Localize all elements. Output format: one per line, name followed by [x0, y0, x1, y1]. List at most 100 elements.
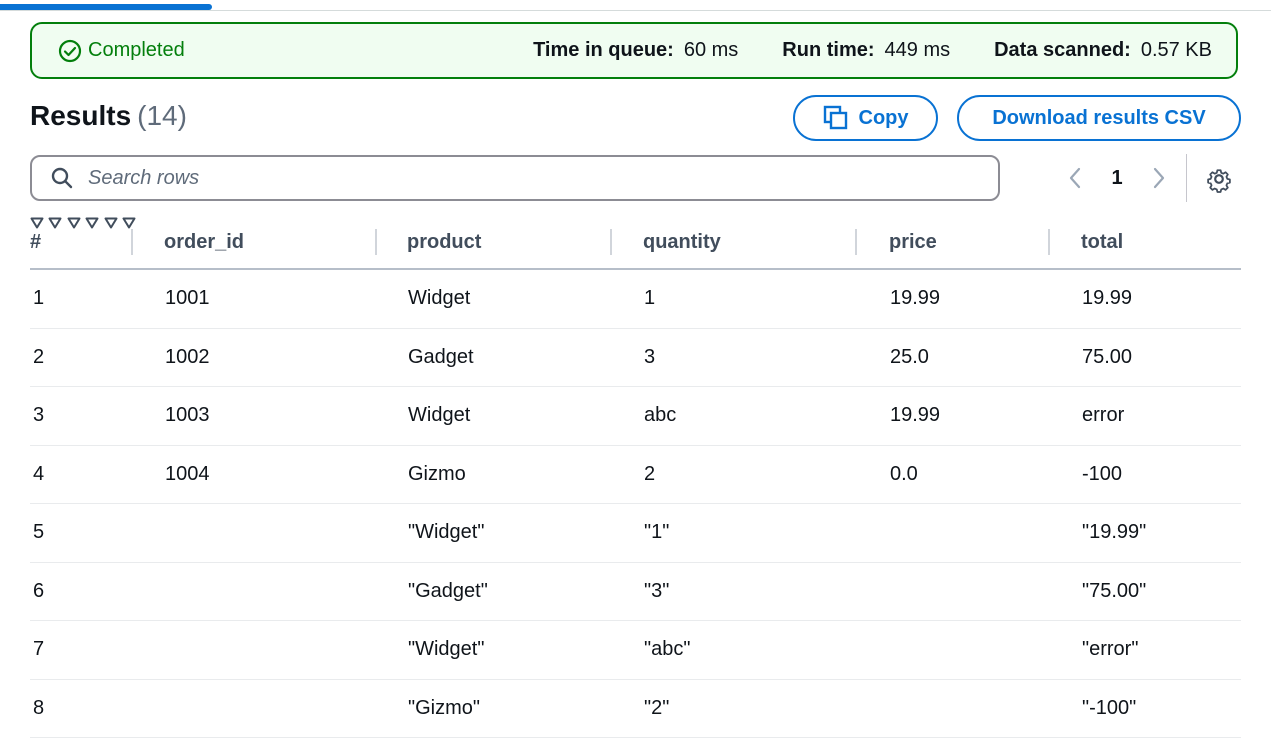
- caret-down-icon[interactable]: [122, 217, 136, 229]
- column-header-label: order_id: [164, 231, 244, 254]
- cell-order-id: 1004: [165, 446, 210, 504]
- search-field[interactable]: [30, 155, 1000, 201]
- results-title: Results: [30, 100, 131, 131]
- cell-product: "Gadget": [408, 563, 488, 621]
- cell-index: 1: [33, 270, 44, 328]
- chevron-left-icon: [1068, 167, 1082, 189]
- cell-price: 19.99: [890, 387, 940, 445]
- caret-down-icon[interactable]: [104, 217, 118, 229]
- cell-order-id: 1002: [165, 329, 210, 387]
- metric-label: Run time:: [782, 39, 874, 61]
- cell-product: Gizmo: [408, 446, 466, 504]
- metric-value: 60 ms: [684, 39, 738, 61]
- column-header-label: #: [30, 231, 41, 254]
- cell-total: "19.99": [1082, 504, 1146, 562]
- cell-order-id: 1001: [165, 270, 210, 328]
- query-metrics: Time in queue: 60 ms Run time: 449 ms Data…: [489, 39, 1212, 62]
- column-header-price[interactable]: price: [889, 216, 937, 268]
- cell-index: 8: [33, 680, 44, 738]
- status-indicator: Completed: [58, 39, 185, 63]
- cell-product: Widget: [408, 270, 470, 328]
- cell-order-id: 1003: [165, 387, 210, 445]
- caret-down-icon[interactable]: [48, 217, 62, 229]
- copy-icon: [823, 105, 849, 131]
- column-header-label: total: [1081, 231, 1123, 254]
- metric-run-time: Run time: 449 ms: [782, 39, 950, 62]
- column-header-quantity[interactable]: quantity: [643, 216, 721, 268]
- status-label: Completed: [88, 39, 185, 62]
- column-resizer[interactable]: [1048, 229, 1050, 255]
- column-resizer[interactable]: [855, 229, 857, 255]
- cell-price: 19.99: [890, 270, 940, 328]
- column-resizer[interactable]: [610, 229, 612, 255]
- next-page-button[interactable]: [1144, 167, 1174, 189]
- cell-quantity: "abc": [644, 621, 690, 679]
- caret-down-icon[interactable]: [67, 217, 81, 229]
- column-header-total[interactable]: total: [1081, 216, 1123, 268]
- table-row: 1 1001 Widget 1 19.99 19.99: [30, 270, 1241, 329]
- gear-icon: [1205, 165, 1233, 193]
- prev-page-button[interactable]: [1060, 167, 1090, 189]
- cell-index: 3: [33, 387, 44, 445]
- column-resizer[interactable]: [375, 229, 377, 255]
- column-header-label: price: [889, 231, 937, 254]
- column-header-label: quantity: [643, 231, 721, 254]
- column-header-index[interactable]: #: [30, 216, 41, 268]
- caret-down-icon[interactable]: [85, 217, 99, 229]
- metric-data-scanned: Data scanned: 0.57 KB: [994, 39, 1212, 62]
- metric-label: Time in queue:: [533, 39, 674, 61]
- column-header-order-id[interactable]: order_id: [164, 216, 244, 268]
- results-table: # order_id product quantity price total …: [30, 216, 1241, 738]
- cell-total: "-100": [1082, 680, 1136, 738]
- table-row: 5 "Widget" "1" "19.99": [30, 504, 1241, 563]
- results-count: (14): [137, 100, 187, 131]
- search-icon: [50, 166, 74, 190]
- cell-total: -100: [1082, 446, 1122, 504]
- column-header-product[interactable]: product: [407, 216, 481, 268]
- pagination-divider: [1186, 154, 1187, 202]
- cell-total: 19.99: [1082, 270, 1132, 328]
- download-csv-button[interactable]: Download results CSV: [957, 95, 1241, 141]
- chevron-right-icon: [1152, 167, 1166, 189]
- cell-product: Widget: [408, 387, 470, 445]
- cell-index: 7: [33, 621, 44, 679]
- column-resizer[interactable]: [131, 229, 133, 255]
- cell-product: Gadget: [408, 329, 474, 387]
- cell-quantity: 2: [644, 446, 655, 504]
- cell-product: "Gizmo": [408, 680, 480, 738]
- metric-value: 449 ms: [885, 39, 951, 61]
- cell-quantity: 1: [644, 270, 655, 328]
- page-number[interactable]: 1: [1090, 167, 1144, 190]
- column-header-label: product: [407, 231, 481, 254]
- tab-underline: [0, 10, 1271, 11]
- metric-time-in-queue: Time in queue: 60 ms: [533, 39, 738, 62]
- table-row: 4 1004 Gizmo 2 0.0 -100: [30, 446, 1241, 505]
- metric-value: 0.57 KB: [1141, 39, 1212, 61]
- active-tab-indicator: [0, 4, 212, 10]
- cell-quantity: "2": [644, 680, 669, 738]
- metric-label: Data scanned:: [994, 39, 1131, 61]
- cell-total: 75.00: [1082, 329, 1132, 387]
- table-row: 3 1003 Widget abc 19.99 error: [30, 387, 1241, 446]
- table-header: # order_id product quantity price total: [30, 216, 1241, 270]
- cell-index: 5: [33, 504, 44, 562]
- search-input[interactable]: [86, 166, 950, 191]
- cell-index: 6: [33, 563, 44, 621]
- cell-price: 25.0: [890, 329, 929, 387]
- cell-quantity: "1": [644, 504, 669, 562]
- cell-quantity: 3: [644, 329, 655, 387]
- check-circle-icon: [58, 39, 82, 63]
- cell-total: "75.00": [1082, 563, 1146, 621]
- table-settings-button[interactable]: [1205, 165, 1233, 198]
- copy-button[interactable]: Copy: [793, 95, 938, 141]
- table-row: 2 1002 Gadget 3 25.0 75.00: [30, 329, 1241, 388]
- copy-button-label: Copy: [859, 107, 909, 130]
- cell-product: "Widget": [408, 504, 484, 562]
- cell-price: 0.0: [890, 446, 918, 504]
- table-row: 7 "Widget" "abc" "error": [30, 621, 1241, 680]
- cell-index: 2: [33, 329, 44, 387]
- cell-product: "Widget": [408, 621, 484, 679]
- table-row: 8 "Gizmo" "2" "-100": [30, 680, 1241, 738]
- results-heading: Results(14): [30, 100, 187, 132]
- download-button-label: Download results CSV: [992, 107, 1205, 130]
